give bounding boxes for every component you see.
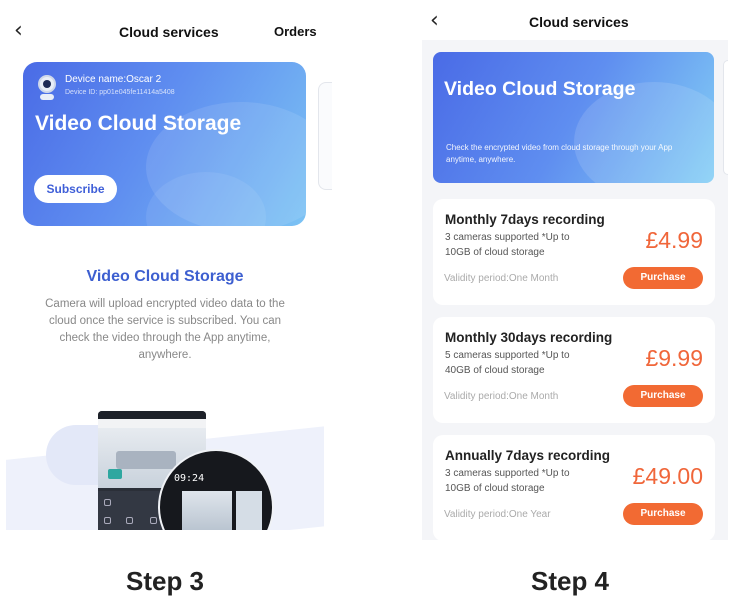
step4-screen: ‹ Cloud services Video Cloud Storage Che… [422, 0, 728, 541]
hero-title: Video Cloud Storage [35, 112, 242, 135]
playback-time: 09:24 [174, 473, 205, 484]
play-icon [104, 499, 111, 506]
section-title: Video Cloud Storage [86, 268, 244, 285]
plan-name: Monthly 7days recording [445, 212, 605, 227]
step3-screen: ‹ Cloud services Orders Device name:Osca… [0, 0, 332, 540]
next-card-peek[interactable] [318, 82, 332, 190]
purchase-button[interactable]: Purchase [623, 385, 703, 407]
snapshot-icon [126, 517, 133, 524]
hero-title: Video Cloud Storage [444, 78, 636, 100]
device-id: Device ID: pp01e045fe11414a5408 [65, 89, 175, 96]
step3-header: ‹ Cloud services Orders [0, 0, 330, 62]
orders-link[interactable]: Orders [274, 24, 317, 39]
page-title: Cloud services [529, 14, 629, 30]
section-description: Camera will upload encrypted video data … [45, 298, 285, 361]
mic-icon [150, 517, 157, 524]
plan-validity: Validity period:One Year [444, 509, 551, 520]
chevron-left-icon[interactable]: ‹ [430, 10, 439, 32]
plan-price: £49.00 [632, 463, 703, 489]
plan-card: Monthly 30days recording 5 cameras suppo… [433, 317, 715, 423]
step-label: Step 3 [125, 566, 205, 596]
plan-card: Annually 7days recording 3 cameras suppo… [433, 435, 715, 541]
plan-detail: 3 cameras supported *Up to [445, 468, 570, 479]
app-screenshots-comparison: ‹ Cloud services Orders Device name:Osca… [0, 0, 734, 611]
device-hero-card: Device name:Oscar 2 Device ID: pp01e045f… [23, 62, 306, 226]
plan-card: Monthly 7days recording 3 cameras suppor… [433, 199, 715, 305]
step4-header: ‹ Cloud services [422, 0, 728, 40]
purchase-button[interactable]: Purchase [623, 267, 703, 289]
plan-name: Monthly 30days recording [445, 330, 613, 345]
page-title: Cloud services [119, 24, 219, 40]
purchase-button[interactable]: Purchase [623, 503, 703, 525]
step-label: Step 4 [530, 566, 610, 596]
plan-validity: Validity period:One Month [444, 273, 559, 284]
plan-price: £4.99 [645, 227, 703, 253]
hero-description: Check the encrypted video from cloud sto… [446, 143, 673, 164]
plan-detail: 10GB of cloud storage [445, 483, 545, 494]
camera-icon [36, 75, 58, 101]
plan-name: Annually 7days recording [445, 448, 611, 463]
plan-detail: 5 cameras supported *Up to [445, 350, 570, 361]
chevron-left-icon[interactable]: ‹ [14, 20, 23, 42]
device-name: Device name:Oscar 2 [65, 74, 162, 85]
speaker-icon [104, 517, 111, 524]
plan-detail: 40GB of cloud storage [445, 365, 545, 376]
plan-detail: 10GB of cloud storage [445, 247, 545, 258]
app-illustration: 09:24 [6, 405, 324, 530]
plan-validity: Validity period:One Month [444, 391, 559, 402]
plan-detail: 3 cameras supported *Up to [445, 232, 570, 243]
plan-price: £9.99 [645, 345, 703, 371]
subscribe-button[interactable]: Subscribe [34, 175, 117, 203]
cloud-hero-banner: Video Cloud Storage Check the encrypted … [433, 52, 714, 183]
next-card-peek[interactable] [723, 60, 728, 175]
